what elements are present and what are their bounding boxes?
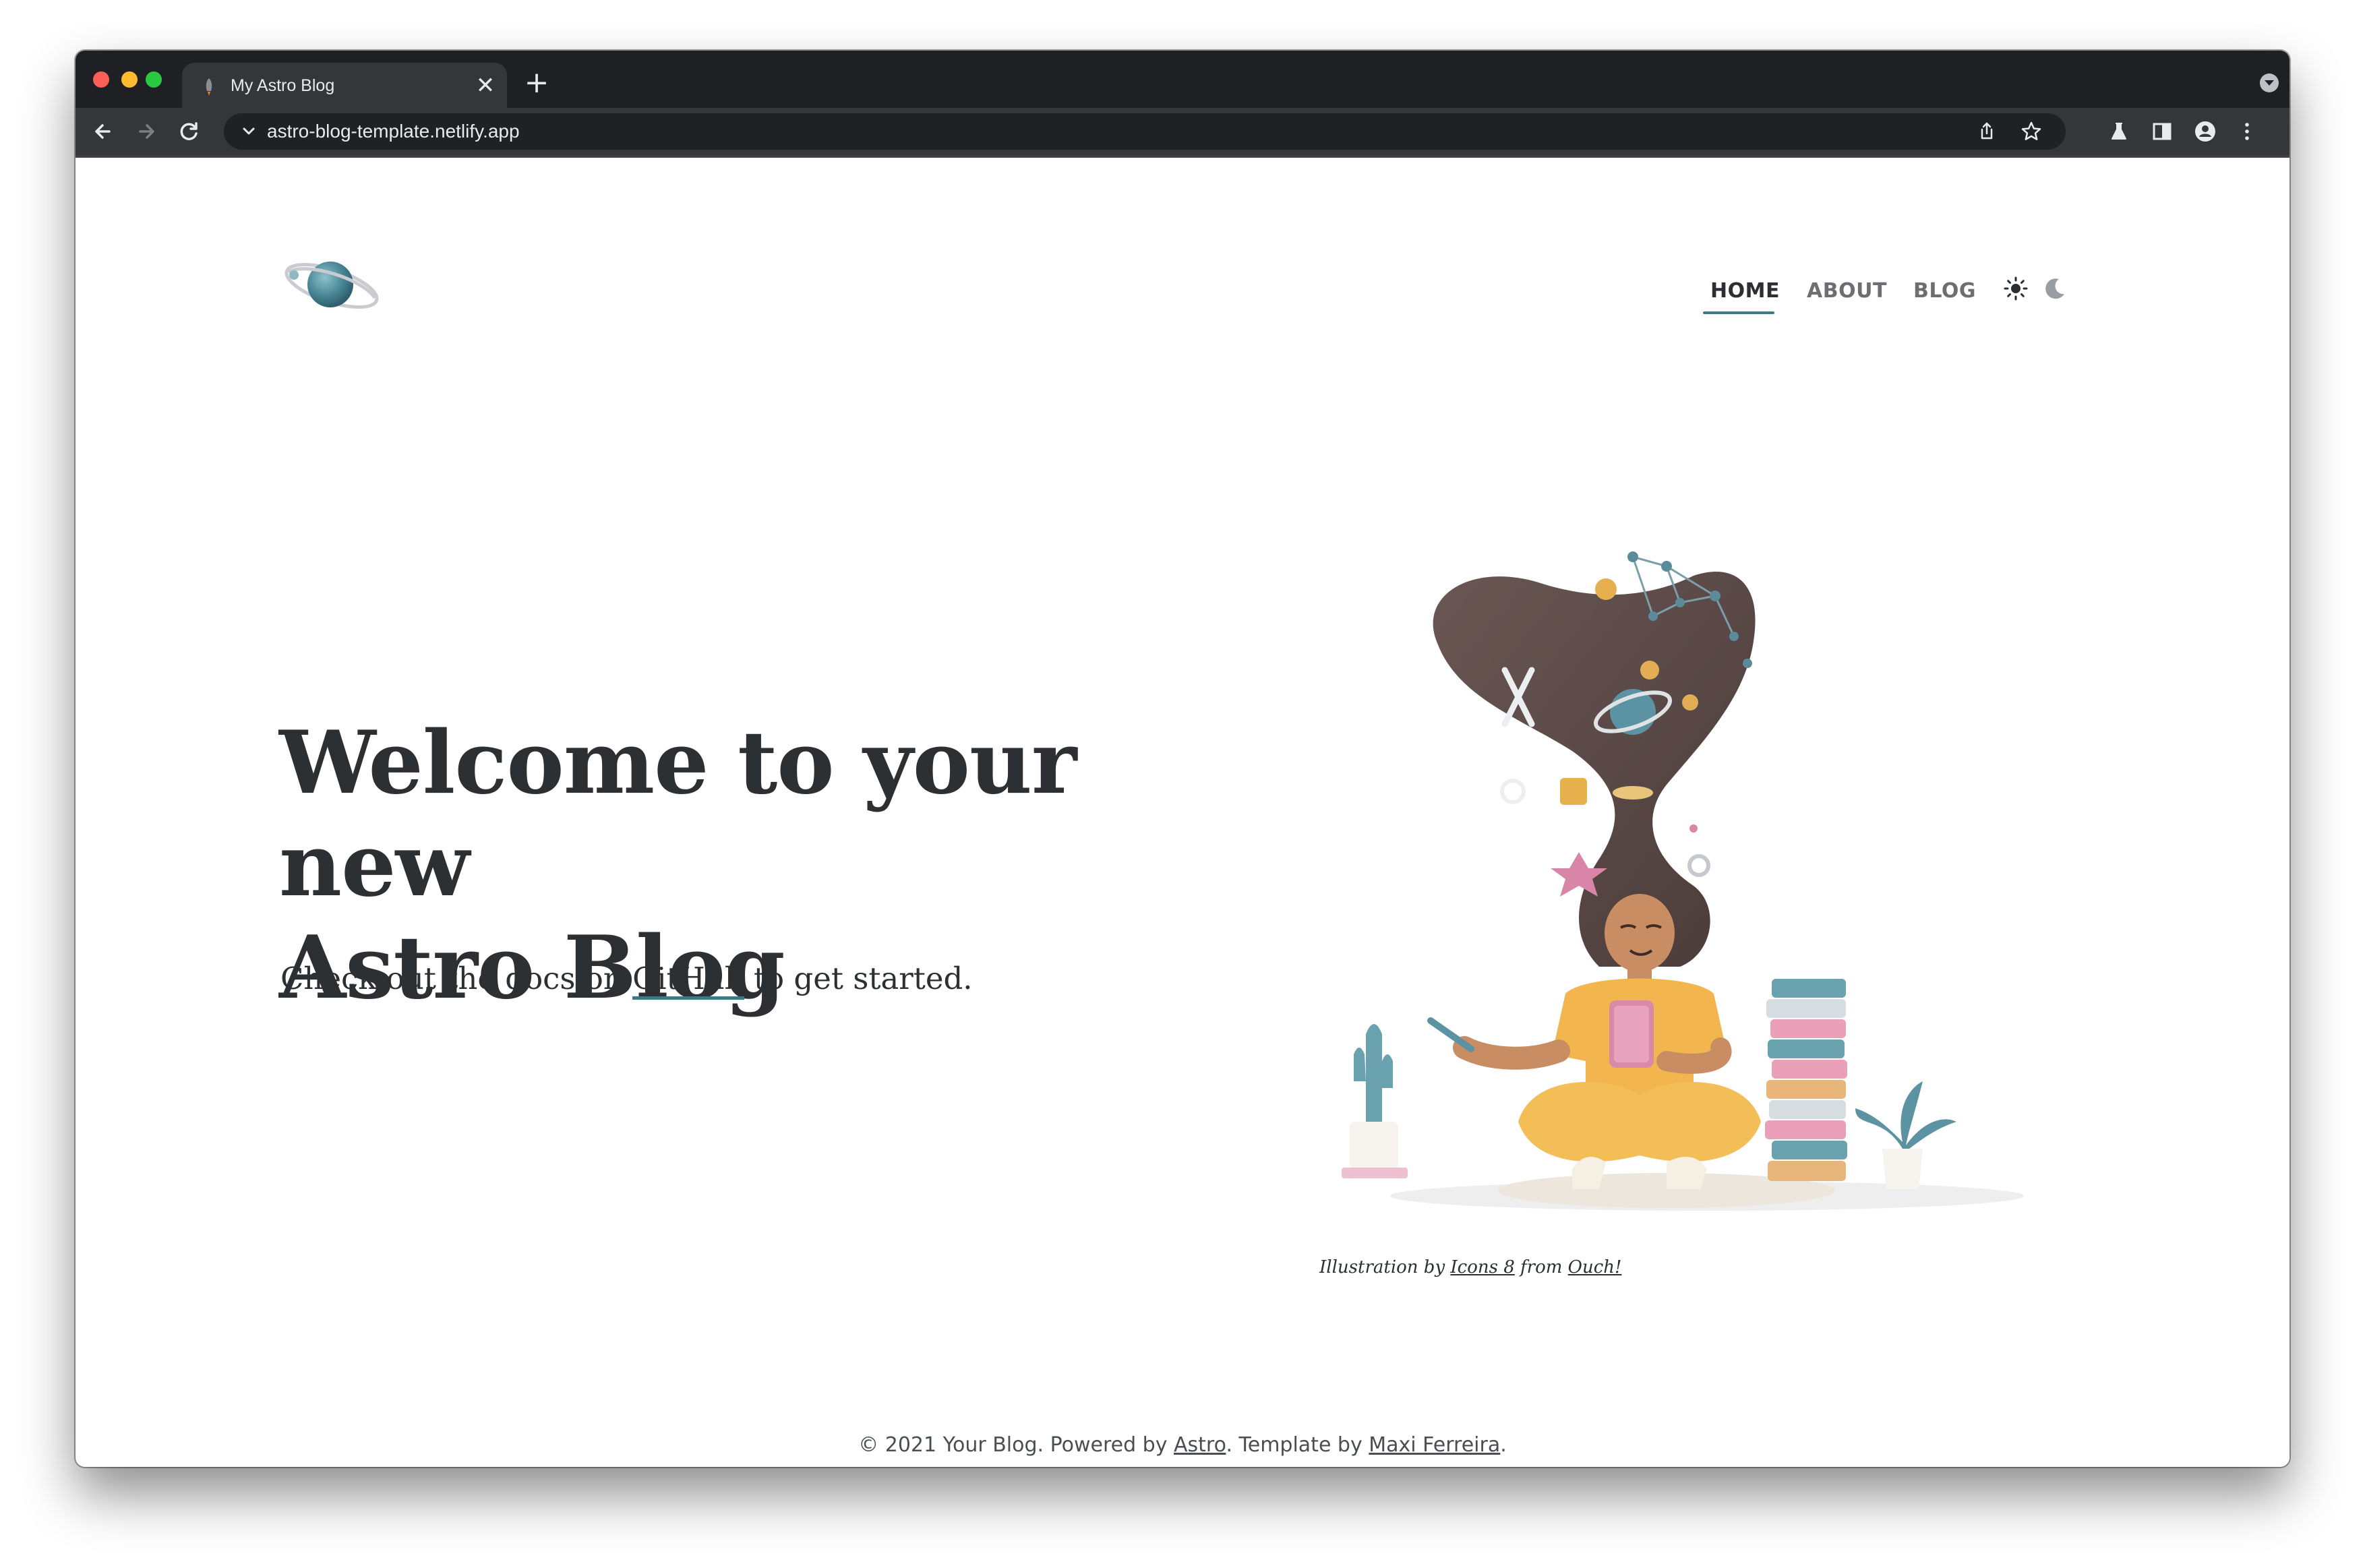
tab-title: My Astro Blog	[231, 76, 335, 95]
github-link[interactable]: GitHub	[632, 961, 744, 1000]
new-tab-button[interactable]: +	[522, 68, 551, 98]
back-arrow-icon[interactable]	[89, 117, 117, 146]
tab-strip: My Astro Blog ✕ +	[76, 51, 2289, 108]
nav-home-link[interactable]: HOME	[1710, 278, 1780, 305]
close-tab-icon[interactable]: ✕	[473, 73, 498, 98]
footer-suffix: .	[1500, 1433, 1507, 1457]
url-text[interactable]: astro-blog-template.netlify.app	[267, 119, 520, 144]
sun-icon[interactable]	[2002, 275, 2029, 302]
tab-search-icon[interactable]	[2260, 73, 2279, 92]
kebab-menu-icon[interactable]	[2233, 117, 2261, 146]
moon-icon[interactable]	[2041, 275, 2068, 302]
hero-illustration	[1342, 551, 2024, 1211]
nav-blog-link[interactable]: BLOG	[1913, 278, 1976, 305]
hero-title-line1: Welcome to your new	[279, 713, 1077, 916]
address-bar[interactable]: astro-blog-template.netlify.app	[224, 113, 2066, 150]
page-footer: © 2021 Your Blog. Powered by Astro. Temp…	[76, 1432, 2289, 1459]
astro-link[interactable]: Astro	[1174, 1433, 1226, 1457]
labs-flask-icon[interactable]	[2105, 117, 2133, 146]
reload-icon[interactable]	[175, 117, 204, 146]
bookmark-star-icon[interactable]	[2020, 120, 2043, 143]
icons8-link[interactable]: Icons 8	[1450, 1257, 1514, 1277]
close-window-button[interactable]	[93, 71, 109, 88]
caption-middle: from	[1514, 1257, 1568, 1277]
share-icon[interactable]	[1975, 120, 1998, 143]
subtitle-text-after: to get started.	[744, 961, 973, 996]
hero-subtitle: Check out the docs on GitHub to get star…	[280, 959, 973, 1000]
footer-middle: . Template by	[1226, 1433, 1369, 1457]
maxi-ferreira-link[interactable]: Maxi Ferreira	[1369, 1433, 1500, 1457]
nav-about-link[interactable]: ABOUT	[1807, 278, 1887, 305]
rocket-favicon-icon	[206, 78, 212, 96]
illustration-caption: Illustration by Icons 8 from Ouch!	[1319, 1255, 1622, 1279]
browser-tab[interactable]: My Astro Blog ✕	[182, 63, 507, 108]
planet-logo-icon[interactable]	[280, 248, 386, 322]
subtitle-text-before: Check out the docs on	[280, 961, 633, 996]
maximize-window-button[interactable]	[146, 71, 162, 88]
forward-arrow-icon[interactable]	[132, 117, 160, 146]
side-panel-icon[interactable]	[2148, 117, 2176, 146]
minimize-window-button[interactable]	[121, 71, 138, 88]
chevron-down-icon[interactable]	[239, 121, 259, 142]
active-nav-indicator	[1703, 311, 1774, 314]
browser-window: My Astro Blog ✕ + astro-blog-template.ne…	[76, 51, 2289, 1467]
ouch-link[interactable]: Ouch!	[1568, 1257, 1622, 1277]
footer-prefix: © 2021 Your Blog. Powered by	[858, 1433, 1174, 1457]
profile-avatar-icon[interactable]	[2191, 117, 2219, 146]
caption-prefix: Illustration by	[1319, 1257, 1451, 1277]
web-page: HOME ABOUT BLOG Welcome to your new Astr…	[76, 158, 2289, 1467]
browser-toolbar: astro-blog-template.netlify.app	[76, 108, 2289, 155]
